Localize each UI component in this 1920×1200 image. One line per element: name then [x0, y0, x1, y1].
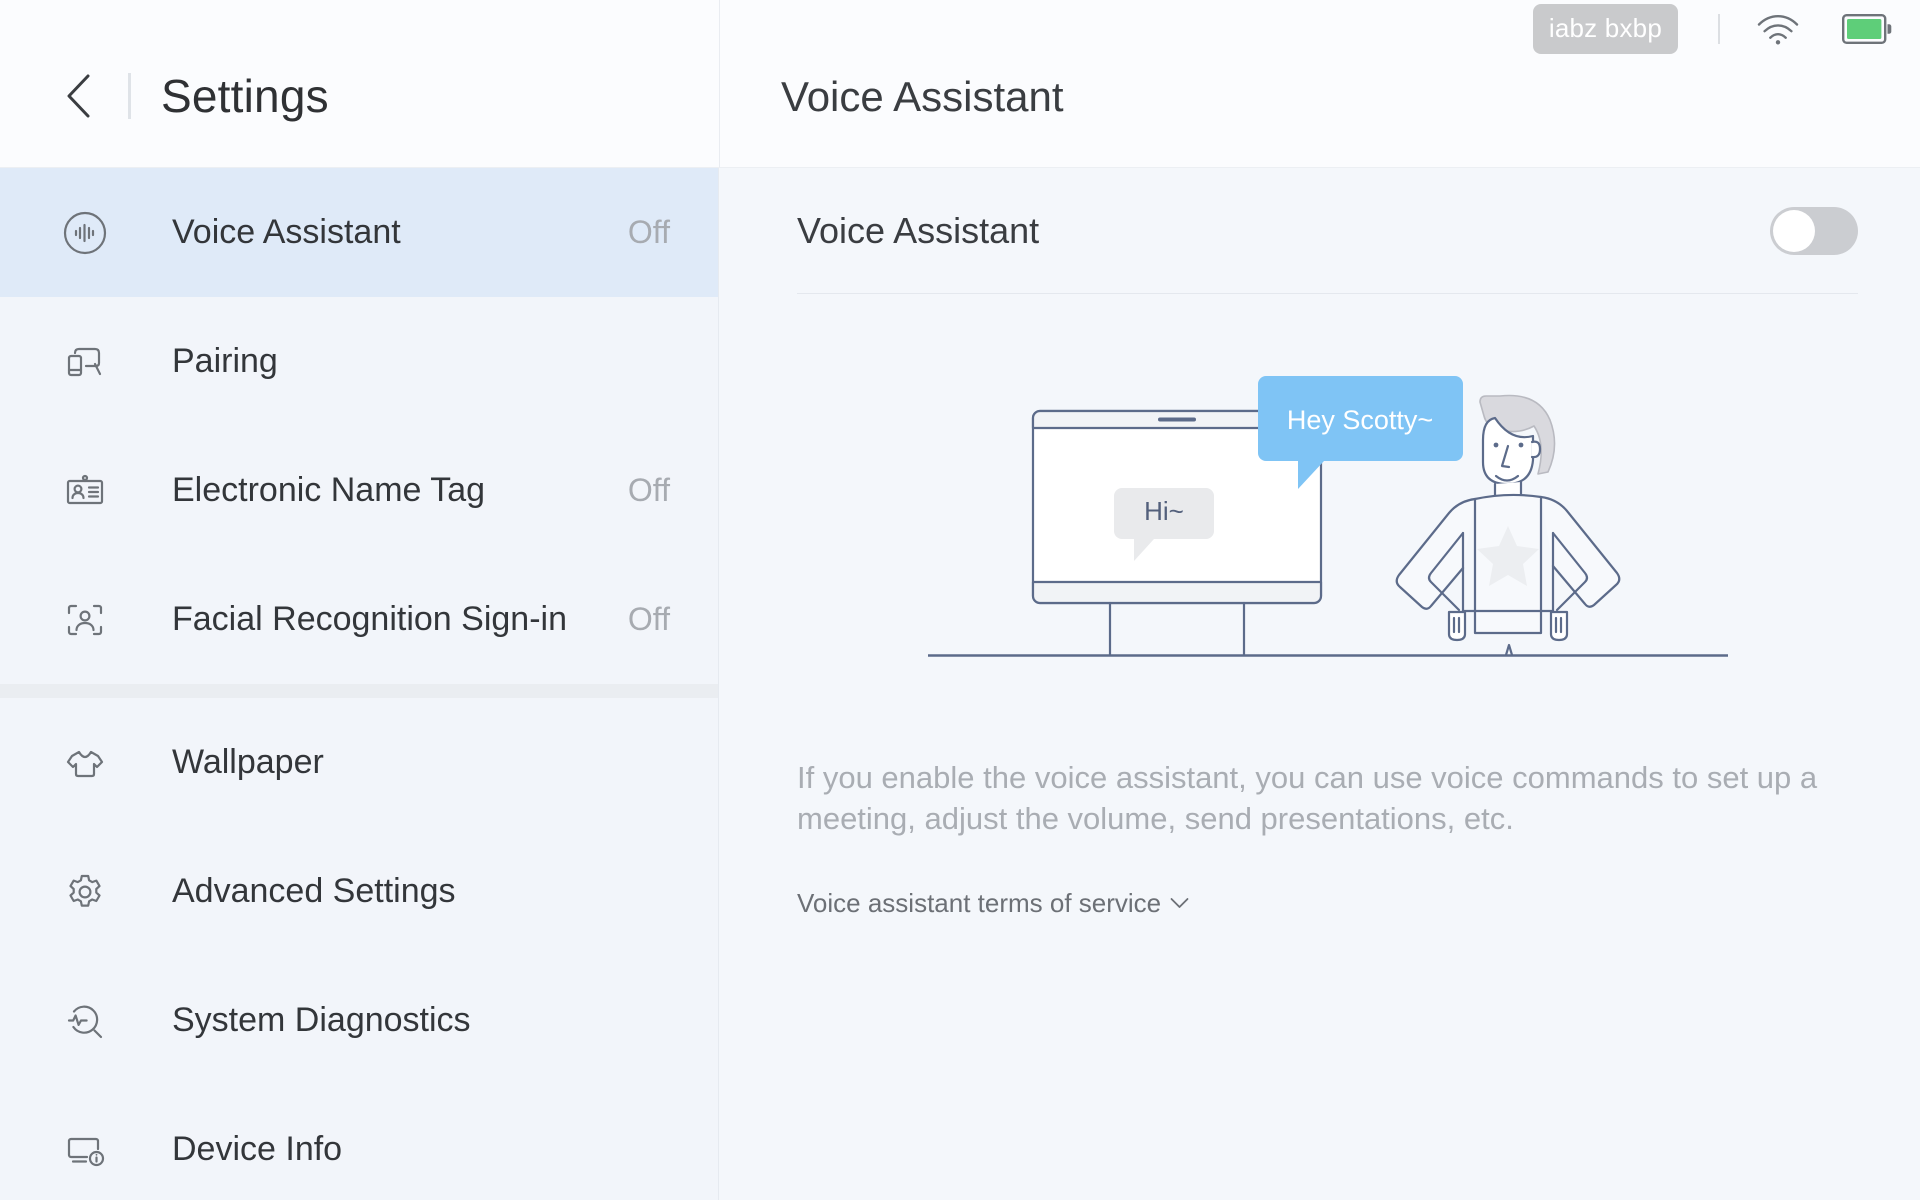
diagnostics-icon	[62, 998, 108, 1044]
app-root: iabz bxbp Settings Voice Assistant Voice…	[0, 0, 1920, 1200]
toggle-label: Voice Assistant	[797, 209, 1040, 251]
tshirt-icon	[62, 740, 108, 786]
sidebar-item-electronic-name-tag[interactable]: Electronic Name Tag Off	[0, 426, 718, 555]
page-title: Settings	[161, 69, 329, 122]
sidebar-item-system-diagnostics[interactable]: System Diagnostics	[0, 956, 718, 1085]
header-divider	[128, 72, 131, 119]
face-recognition-icon	[62, 597, 108, 643]
sidebar-item-device-info[interactable]: Device Info	[0, 1085, 718, 1200]
sidebar-item-label: Voice Assistant	[172, 213, 401, 251]
sidebar-item-label: Advanced Settings	[172, 872, 456, 910]
chevron-left-icon[interactable]	[62, 72, 96, 120]
terms-of-service-link[interactable]: Voice assistant terms of service	[797, 888, 1189, 919]
sidebar-item-label: Pairing	[172, 342, 278, 380]
wifi-icon	[1757, 14, 1799, 44]
gear-icon	[62, 869, 108, 915]
sidebar-item-wallpaper[interactable]: Wallpaper	[0, 698, 718, 827]
main-panel: Voice Assistant Hi~ Hey Scotty~ If you e…	[719, 168, 1920, 1200]
device-info-icon	[62, 1127, 108, 1173]
voice-wave-icon	[62, 210, 108, 256]
panel-title: Voice Assistant	[781, 72, 1064, 120]
sidebar-item-value: Off	[627, 601, 670, 637]
sidebar-item-label: Wallpaper	[172, 743, 324, 781]
sidebar-item-voice-assistant[interactable]: Voice Assistant Off	[0, 168, 718, 297]
sidebar-item-label: Electronic Name Tag	[172, 471, 486, 509]
sidebar-item-value: Off	[627, 214, 670, 250]
settings-sidebar: Voice Assistant Off Pairing Electronic N…	[0, 168, 719, 1200]
status-bar: iabz bxbp	[0, 0, 1920, 57]
sidebar-item-value: Off	[627, 472, 670, 508]
voice-assistant-toggle[interactable]	[1770, 206, 1858, 255]
sidebar-item-label: Facial Recognition Sign-in	[172, 600, 567, 638]
sidebar-item-label: System Diagnostics	[172, 1001, 471, 1039]
name-tag-icon	[62, 468, 108, 514]
sidebar-separator	[0, 684, 718, 698]
sidebar-item-advanced-settings[interactable]: Advanced Settings	[0, 827, 718, 956]
assistant-bubble-text: Hey Scotty~	[1286, 405, 1432, 435]
status-badge: iabz bxbp	[1532, 3, 1678, 54]
battery-icon	[1842, 13, 1892, 44]
pairing-icon	[62, 339, 108, 385]
chevron-down-icon	[1170, 898, 1189, 909]
voice-assistant-illustration: Hi~ Hey Scotty~	[797, 366, 1858, 696]
toggle-knob	[1773, 209, 1815, 252]
voice-assistant-toggle-row: Voice Assistant	[797, 168, 1858, 294]
screen-bubble-text: Hi~	[1144, 496, 1184, 526]
sidebar-item-label: Device Info	[172, 1130, 343, 1168]
sidebar-item-pairing[interactable]: Pairing	[0, 297, 718, 426]
sidebar-item-facial-recognition-sign-in[interactable]: Facial Recognition Sign-in Off	[0, 555, 718, 684]
body: Voice Assistant Off Pairing Electronic N…	[0, 168, 1920, 1200]
description-text: If you enable the voice assistant, you c…	[797, 760, 1818, 836]
status-divider	[1718, 13, 1720, 44]
illustration-svg: Hi~ Hey Scotty~	[927, 376, 1728, 657]
terms-label: Voice assistant terms of service	[797, 887, 1162, 918]
